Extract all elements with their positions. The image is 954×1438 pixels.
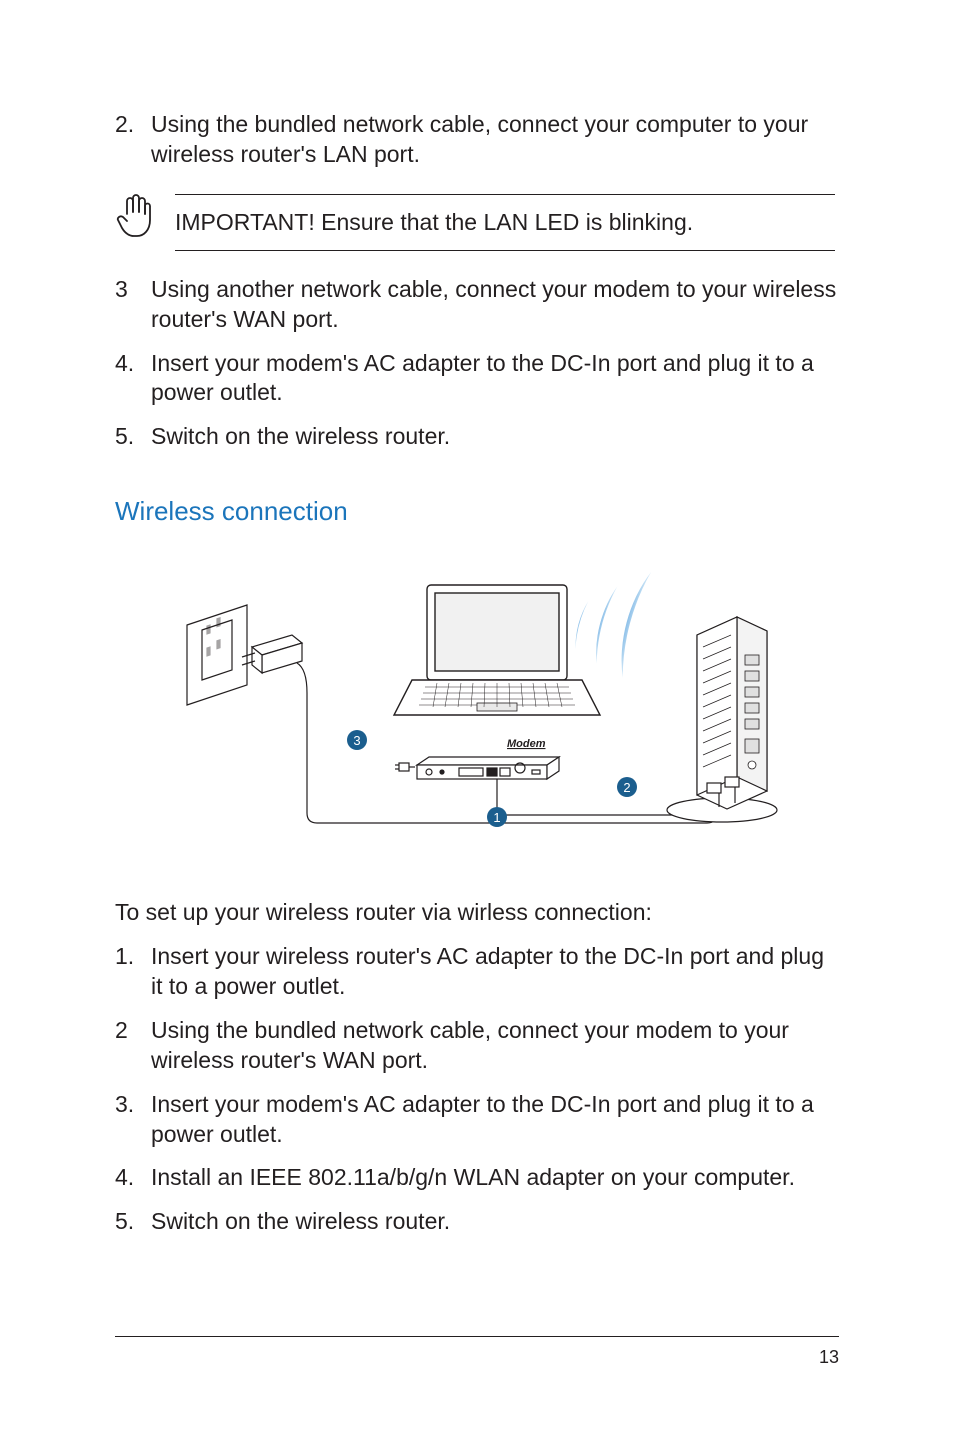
svg-text:3: 3 <box>353 733 360 748</box>
wall-outlet-icon <box>187 605 247 705</box>
svg-text:Modem: Modem <box>507 738 546 750</box>
step-text: Using another network cable, connect you… <box>151 275 839 335</box>
step-text: Install an IEEE 802.11a/b/g/n WLAN adapt… <box>151 1163 839 1193</box>
diagram-callout-2: 2 <box>617 777 637 797</box>
step-text: Insert your modem's AC adapter to the DC… <box>151 1090 839 1150</box>
page-footer: 13 <box>115 1336 839 1368</box>
step-2-top: 2. Using the bundled network cable, conn… <box>115 110 839 170</box>
step-text: Using the bundled network cable, connect… <box>151 110 839 170</box>
svg-text:2: 2 <box>623 780 630 795</box>
step-number: 4. <box>115 1163 151 1193</box>
step-number: 2. <box>115 110 151 170</box>
step-3-mid: 3 Using another network cable, connect y… <box>115 275 839 335</box>
modem-icon: Modem <box>395 738 703 815</box>
step-text: Insert your wireless router's AC adapter… <box>151 942 839 1002</box>
hand-icon <box>115 192 175 245</box>
step-4-mid: 4. Insert your modem's AC adapter to the… <box>115 349 839 409</box>
wireless-intro: To set up your wireless router via wirle… <box>115 898 839 928</box>
step-number: 4. <box>115 349 151 409</box>
step-text: Switch on the wireless router. <box>151 1207 839 1237</box>
diagram-callout-1: 1 <box>487 807 507 827</box>
step-number: 3 <box>115 275 151 335</box>
step-1-bottom: 1. Insert your wireless router's AC adap… <box>115 942 839 1002</box>
step-5-mid: 5. Switch on the wireless router. <box>115 422 839 452</box>
router-icon <box>667 617 777 822</box>
step-text: Switch on the wireless router. <box>151 422 839 452</box>
step-number: 1. <box>115 942 151 1002</box>
svg-text:1: 1 <box>493 810 500 825</box>
step-3-bottom: 3. Insert your modem's AC adapter to the… <box>115 1090 839 1150</box>
section-heading-wireless: Wireless connection <box>115 496 839 527</box>
step-number: 5. <box>115 422 151 452</box>
step-5-bottom: 5. Switch on the wireless router. <box>115 1207 839 1237</box>
step-number: 5. <box>115 1207 151 1237</box>
power-adapter-icon <box>242 635 302 673</box>
step-number: 3. <box>115 1090 151 1150</box>
page-number: 13 <box>819 1347 839 1367</box>
step-number: 2 <box>115 1016 151 1076</box>
wifi-signal-icon <box>572 569 651 678</box>
step-2-bottom: 2 Using the bundled network cable, conne… <box>115 1016 839 1076</box>
step-text: Using the bundled network cable, connect… <box>151 1016 839 1076</box>
diagram-callout-3: 3 <box>347 730 367 750</box>
step-text: Insert your modem's AC adapter to the DC… <box>151 349 839 409</box>
step-4-bottom: 4. Install an IEEE 802.11a/b/g/n WLAN ad… <box>115 1163 839 1193</box>
laptop-icon <box>394 585 600 715</box>
important-callout: IMPORTANT! Ensure that the LAN LED is bl… <box>115 194 839 251</box>
callout-text: IMPORTANT! Ensure that the LAN LED is bl… <box>175 194 835 251</box>
wireless-connection-diagram: 3 <box>115 555 839 850</box>
